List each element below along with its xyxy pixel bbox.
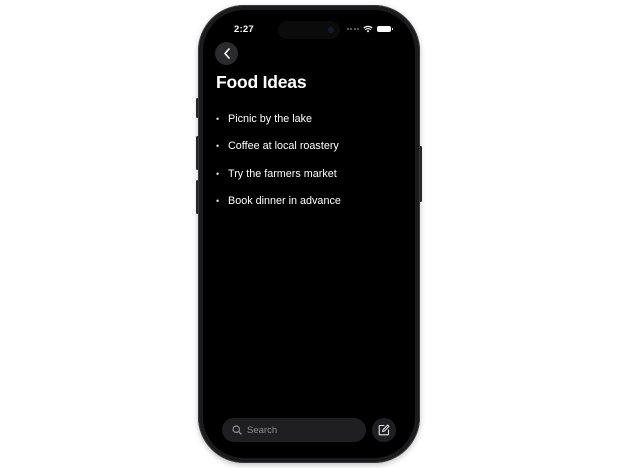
search-placeholder: Search [247, 424, 278, 436]
compose-button[interactable] [372, 418, 396, 442]
phone-screen: 2:27 Food Ideas • Picnic by the lake • C… [203, 10, 415, 458]
bullet: • [216, 141, 220, 152]
list-item-text: Book dinner in advance [228, 195, 341, 208]
list-item[interactable]: • Coffee at local roastery [216, 133, 341, 161]
note-title: Food Ideas [216, 72, 307, 92]
status-indicators [346, 25, 393, 33]
search-field[interactable]: Search [222, 418, 366, 442]
battery-icon [377, 26, 393, 32]
list-item-text: Picnic by the lake [228, 112, 313, 125]
note-list: • Picnic by the lake • Coffee at local r… [216, 105, 341, 215]
wifi-icon [363, 25, 373, 33]
list-item[interactable]: • Try the farmers market [216, 160, 341, 188]
chevron-left-icon [223, 48, 230, 59]
bullet: • [216, 196, 220, 207]
status-time: 2:27 [234, 24, 254, 35]
stage: 2:27 Food Ideas • Picnic by the lake • C… [0, 0, 620, 468]
back-button[interactable] [215, 42, 238, 65]
list-item[interactable]: • Picnic by the lake [216, 105, 341, 133]
list-item[interactable]: • Book dinner in advance [216, 188, 341, 216]
front-camera [328, 27, 334, 33]
bullet: • [216, 168, 220, 179]
compose-icon [378, 424, 390, 436]
bullet: • [216, 113, 220, 124]
search-icon [232, 425, 242, 435]
signal-dots-icon [346, 28, 359, 30]
list-item-text: Try the farmers market [228, 167, 337, 180]
list-item-text: Coffee at local roastery [228, 140, 339, 153]
